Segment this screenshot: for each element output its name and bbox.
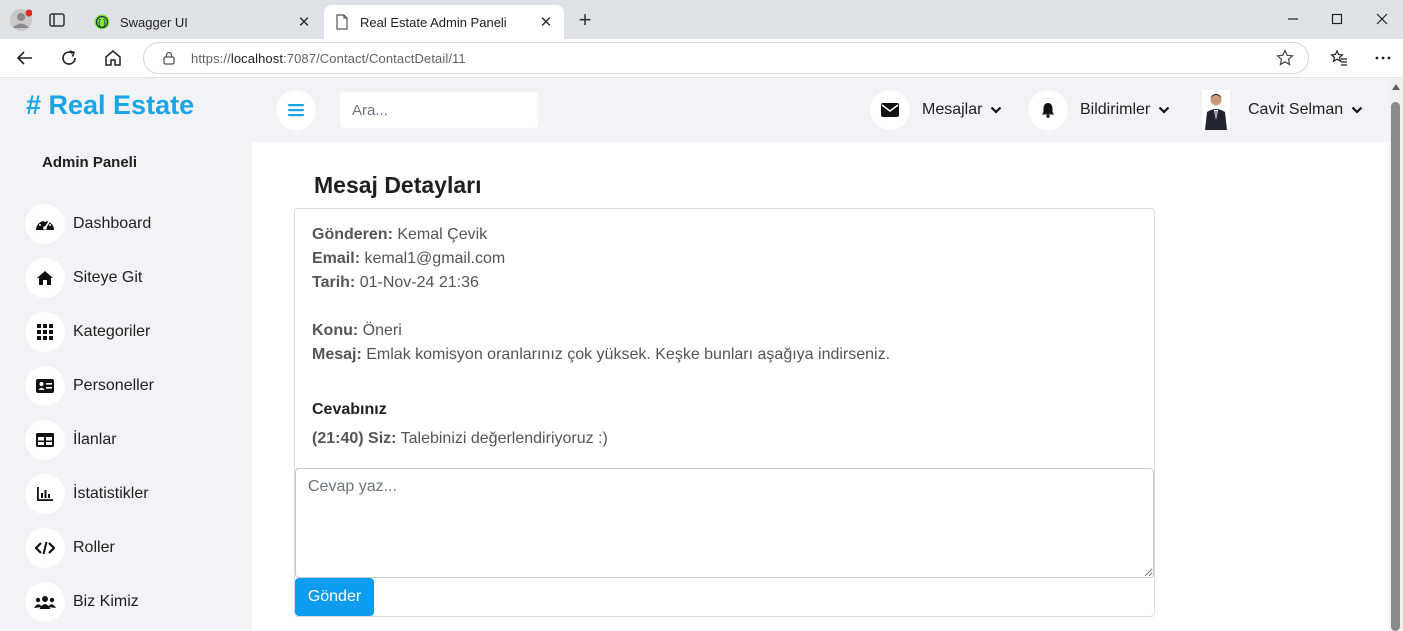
topbar: Mesajlar Bildirimler Cavit Selman — [252, 78, 1389, 142]
sidebar-item-ilanlar[interactable]: İlanlar — [25, 420, 117, 460]
message-label: Mesaj: — [312, 346, 362, 363]
message-value: Emlak komisyon oranlarınız çok yüksek. K… — [366, 346, 891, 363]
panel-title: Admin Paneli — [42, 154, 138, 171]
reply-heading: Cevabınız — [312, 401, 387, 418]
new-tab-icon[interactable]: + — [574, 9, 596, 32]
browser-toolbar: https://localhost:7087/Contact/ContactDe… — [0, 39, 1403, 78]
user-dropdown[interactable]: Cavit Selman — [1202, 90, 1363, 130]
minimize-icon[interactable] — [1281, 8, 1305, 30]
users-icon — [25, 582, 65, 622]
favorites-icon[interactable] — [1328, 47, 1350, 69]
brand-logo[interactable]: # Real Estate — [26, 90, 194, 121]
reply-meta: (21:40) Siz: — [312, 430, 397, 447]
sidebar-item-personeller[interactable]: Personeller — [25, 366, 154, 406]
code-icon — [25, 528, 65, 568]
bar-chart-icon — [25, 474, 65, 514]
hamburger-icon — [288, 104, 304, 117]
reply-text: Talebinizi değerlendiriyoruz :) — [400, 430, 608, 447]
email-value: kemal1@gmail.com — [364, 250, 506, 267]
notifications-label: Bildirimler — [1080, 101, 1151, 118]
sidebar-item-siteye-git[interactable]: Siteye Git — [25, 258, 142, 298]
tab-label: Real Estate Admin Paneli — [360, 14, 507, 30]
subject-value: Öneri — [362, 322, 402, 339]
close-tab-icon[interactable]: ✕ — [538, 14, 554, 31]
scroll-up-icon[interactable] — [1392, 84, 1400, 90]
sidebar-item-label: Dashboard — [73, 215, 152, 232]
messages-label: Mesajlar — [922, 101, 983, 118]
profile-icon[interactable] — [10, 9, 32, 31]
email-label: Email: — [312, 250, 361, 267]
page-icon — [336, 14, 348, 30]
tab-label: Swagger UI — [120, 14, 188, 30]
chevron-down-icon — [991, 106, 1002, 114]
subject-line: Konu: Öneri — [312, 322, 402, 340]
email-line: Email: kemal1@gmail.com — [312, 250, 505, 268]
sidebar-item-dashboard[interactable]: Dashboard — [25, 204, 151, 244]
scrollbar-thumb[interactable] — [1391, 102, 1400, 631]
tab-admin-panel[interactable]: Real Estate Admin Paneli ✕ — [324, 5, 564, 39]
svg-text:{}: {} — [97, 18, 107, 27]
maximize-icon[interactable] — [1325, 8, 1349, 30]
user-name: Cavit Selman — [1248, 101, 1344, 118]
favorite-star-icon[interactable] — [1276, 49, 1294, 67]
sidebar-item-label: İlanlar — [73, 431, 117, 448]
avatar — [1202, 90, 1230, 130]
messages-dropdown[interactable]: Mesajlar — [870, 90, 1002, 130]
date-value: 01-Nov-24 21:36 — [359, 274, 479, 291]
id-card-icon — [25, 366, 65, 406]
home-icon — [25, 258, 65, 298]
page: # Real Estate Admin Paneli Dashboard Sit… — [0, 78, 1403, 631]
reply-textarea[interactable] — [295, 468, 1154, 578]
reload-icon[interactable] — [58, 47, 80, 69]
sidebar-item-biz-kimiz[interactable]: Biz Kimiz — [25, 582, 139, 622]
sidebar-item-roller[interactable]: Roller — [25, 528, 115, 568]
chevron-down-icon — [1158, 106, 1170, 114]
page-title: Mesaj Detayları — [314, 172, 482, 198]
close-tab-icon[interactable]: ✕ — [296, 14, 312, 31]
sender-value: Kemal Çevik — [397, 226, 488, 243]
back-icon[interactable] — [14, 47, 36, 69]
grid-icon — [25, 312, 65, 352]
chevron-down-icon — [1351, 106, 1363, 114]
sender-line: Gönderen: Kemal Çevik — [312, 226, 487, 244]
sidebar-item-label: Biz Kimiz — [73, 593, 139, 610]
reply-entry: (21:40) Siz: Talebinizi değerlendiriyoru… — [312, 430, 608, 448]
date-label: Tarih: — [312, 274, 356, 291]
lock-icon[interactable] — [162, 51, 176, 65]
sidebar-item-label: Personeller — [73, 377, 154, 394]
envelope-icon — [870, 90, 910, 130]
more-options-icon[interactable] — [1372, 47, 1394, 69]
gauge-icon — [25, 204, 65, 244]
bell-icon — [1028, 90, 1068, 130]
browser-tab-bar: {} Swagger UI ✕ Real Estate Admin Paneli… — [0, 0, 1403, 39]
url-text: https://localhost:7087/Contact/ContactDe… — [191, 51, 466, 66]
address-bar[interactable]: https://localhost:7087/Contact/ContactDe… — [143, 42, 1309, 74]
message-line: Mesaj: Emlak komisyon oranlarınız çok yü… — [312, 346, 890, 364]
swagger-icon: {} — [94, 14, 110, 30]
subject-label: Konu: — [312, 322, 359, 339]
message-detail-card: Gönderen: Kemal Çevik Email: kemal1@gmai… — [294, 208, 1155, 617]
sidebar-item-label: Roller — [73, 539, 115, 556]
notifications-dropdown[interactable]: Bildirimler — [1028, 90, 1170, 130]
date-line: Tarih: 01-Nov-24 21:36 — [312, 274, 479, 292]
table-icon — [25, 420, 65, 460]
sender-label: Gönderen: — [312, 226, 393, 243]
sidebar: # Real Estate Admin Paneli Dashboard Sit… — [0, 78, 252, 631]
close-window-icon[interactable] — [1370, 8, 1394, 30]
tab-swagger[interactable]: {} Swagger UI ✕ — [84, 5, 322, 39]
sidebar-item-kategoriler[interactable]: Kategoriler — [25, 312, 150, 352]
send-button[interactable]: Gönder — [295, 578, 374, 616]
sidebar-item-label: İstatistikler — [73, 485, 149, 502]
sidebar-item-istatistikler[interactable]: İstatistikler — [25, 474, 149, 514]
tab-actions-icon[interactable] — [48, 11, 66, 29]
menu-toggle-button[interactable] — [276, 90, 316, 130]
home-browser-icon[interactable] — [102, 47, 124, 69]
sidebar-item-label: Kategoriler — [73, 323, 151, 340]
search-input[interactable] — [340, 92, 538, 128]
sidebar-item-label: Siteye Git — [73, 269, 143, 286]
page-scrollbar[interactable] — [1389, 78, 1403, 631]
